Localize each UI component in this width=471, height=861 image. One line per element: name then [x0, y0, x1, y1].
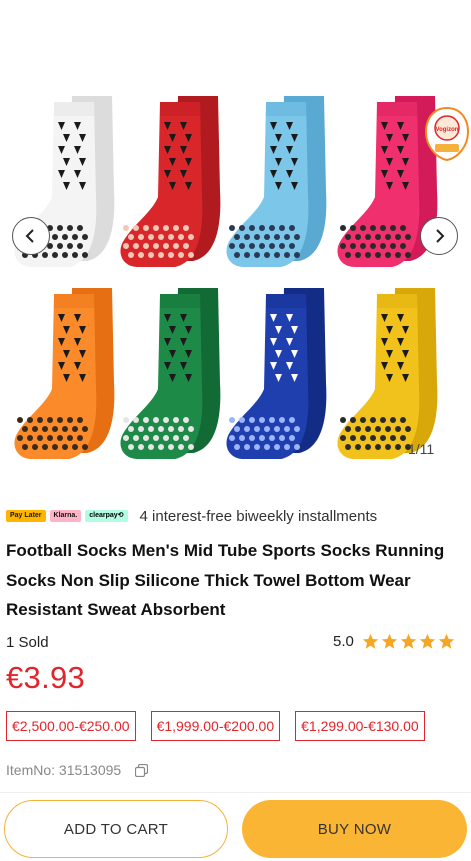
sock-sky-blue: [226, 96, 327, 267]
klarna-logo: Klarna.: [49, 510, 82, 522]
sock-product-image: [14, 96, 438, 459]
product-image-gallery[interactable]: Vogizon 1/11: [0, 0, 471, 470]
chevron-left-icon: [25, 229, 34, 243]
star-icon: [419, 633, 436, 649]
pay-later-logo: Pay Later: [6, 510, 46, 522]
brand-badge-text: Vogizon: [436, 127, 459, 133]
star-rating: [360, 633, 455, 650]
sock-green: [120, 288, 221, 459]
price: €3.93: [6, 660, 86, 695]
installments-text: 4 interest-free biweekly installments: [139, 507, 378, 525]
product-title: Football Socks Men's Mid Tube Sports Soc…: [6, 541, 445, 619]
sock-royal-blue: [226, 288, 327, 459]
installments-row[interactable]: Pay Later Klarna. clearpay⟲ 4 interest-f…: [6, 507, 377, 525]
add-to-cart-button[interactable]: ADD TO CART: [4, 800, 228, 858]
brand-badge-icon: Vogizon: [424, 106, 470, 162]
buy-now-button[interactable]: BUY NOW: [242, 800, 467, 858]
coupon-2[interactable]: €1,999.00-€200.00: [150, 711, 281, 741]
copy-icon[interactable]: [135, 763, 149, 777]
gallery-prev-button[interactable]: [12, 217, 50, 255]
coupon-3[interactable]: €1,299.00-€130.00: [295, 711, 425, 741]
coupon-list: €2,500.00-€250.00 €1,999.00-€200.00 €1,2…: [6, 711, 425, 741]
star-icon: [400, 633, 417, 649]
item-number: ItemNo: 31513095: [6, 762, 122, 778]
star-icon: [381, 633, 398, 649]
gallery-counter: 1/11: [408, 441, 435, 457]
star-icon: [438, 633, 455, 649]
gallery-next-button[interactable]: [420, 217, 458, 255]
item-number-row: ItemNo: 31513095: [6, 762, 149, 778]
rating-value: 5.0: [333, 633, 354, 650]
chevron-right-icon: [436, 229, 445, 243]
clearpay-logo: clearpay⟲: [85, 510, 128, 522]
sock-yellow: [337, 288, 438, 459]
star-icon: [362, 633, 379, 649]
rating[interactable]: 5.0: [333, 633, 455, 650]
sock-orange: [14, 288, 115, 459]
sock-red: [120, 96, 221, 267]
coupon-1[interactable]: €2,500.00-€250.00: [6, 711, 136, 741]
sold-count: 1 Sold: [6, 634, 49, 651]
bottom-divider: [0, 792, 471, 793]
